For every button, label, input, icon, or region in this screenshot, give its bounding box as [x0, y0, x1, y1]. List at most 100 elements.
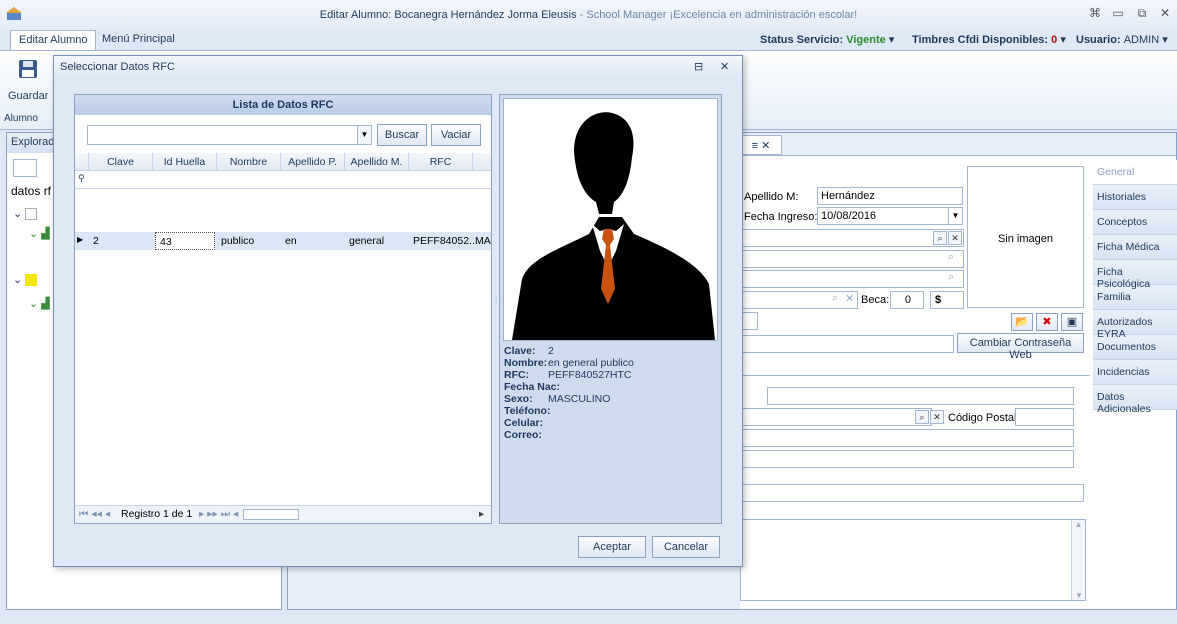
nav-first-icon[interactable]: ⏮ ◂◂ ◂	[79, 508, 110, 521]
side-tab-ficha-medica[interactable]: Ficha Médica	[1093, 235, 1177, 260]
clear-icon[interactable]: ✕	[845, 292, 854, 305]
grid-navigator: ⏮ ◂◂ ◂ Registro 1 de 1 ▸ ▸▸ ⏭ ◂ ▸	[75, 505, 491, 523]
grid-filter-row[interactable]: ⚲	[75, 171, 491, 189]
text-field[interactable]	[740, 250, 964, 268]
beca-field[interactable]: 0	[890, 291, 924, 309]
tree-node-icon[interactable]: ⌄ ▟	[29, 227, 50, 240]
search-icon[interactable]: ⌕	[948, 251, 954, 264]
maximize-icon[interactable]: ⧉	[1134, 6, 1150, 22]
side-tab-general[interactable]: General	[1093, 160, 1177, 185]
restore-icon[interactable]: ⊟	[694, 60, 703, 73]
filter-combo[interactable]: ▼	[87, 125, 372, 145]
text-field[interactable]	[740, 270, 964, 288]
apellido-m-label: Apellido M:	[744, 191, 799, 203]
apellido-m-field[interactable]: Hernández	[817, 187, 963, 205]
nav-next-icon[interactable]: ▸ ▸▸ ⏭ ◂	[199, 508, 238, 521]
scroll-right-icon[interactable]: ▸	[479, 508, 484, 520]
text-field[interactable]	[740, 291, 858, 309]
search-icon[interactable]: ⌕	[933, 231, 947, 245]
col-id-huella[interactable]: Id Huella	[153, 153, 217, 171]
cell-clave[interactable]: 2	[89, 232, 153, 250]
table-row[interactable]: ▶ 2 43 publico en general PEFF84052... M…	[75, 232, 491, 250]
text-field[interactable]	[740, 408, 932, 426]
text-field[interactable]	[740, 335, 954, 353]
cell-overflow[interactable]: MA	[475, 232, 491, 250]
notes-textarea[interactable]: ▲ ▼	[740, 519, 1086, 601]
dialog-close-icon[interactable]: ✕	[720, 60, 729, 73]
col-nombre[interactable]: Nombre	[217, 153, 281, 171]
side-tab-datos-adicionales[interactable]: Datos Adicionales	[1093, 385, 1177, 415]
timbres-status: Timbres Cfdi Disponibles: 0 ▾	[912, 34, 1066, 46]
search-icon[interactable]: ⌕	[832, 292, 838, 305]
tab-editar-alumno[interactable]: Editar Alumno	[10, 30, 97, 50]
detail-sexo: Sexo: MASCULINO	[504, 393, 611, 405]
nav-record-text: Registro 1 de 1	[121, 508, 193, 520]
col-apellido-m[interactable]: Apellido M.	[345, 153, 409, 171]
col-clave[interactable]: Clave	[89, 153, 153, 171]
dialog-title: Seleccionar Datos RFC	[60, 61, 175, 73]
minimize-icon[interactable]: ▭	[1110, 6, 1126, 22]
col-rfc[interactable]: RFC	[409, 153, 473, 171]
ribbon-group-label: Alumno	[4, 113, 38, 124]
rfc-grid-panel: Lista de Datos RFC ▼ Buscar Vaciar Clave…	[74, 94, 492, 524]
cell-apellido-p[interactable]: en	[281, 232, 345, 250]
side-tab-historiales[interactable]: Historiales	[1093, 185, 1177, 210]
tab-menu-principal[interactable]: Menú Principal	[94, 30, 183, 50]
postal-code-field[interactable]	[1015, 408, 1074, 426]
detail-clave: Clave: 2	[504, 345, 554, 357]
col-apellido-p[interactable]: Apellido P.	[281, 153, 345, 171]
tree-expander-1[interactable]: ⌄	[13, 207, 38, 221]
side-tab-incidencias[interactable]: Incidencias	[1093, 360, 1177, 385]
currency-select[interactable]: $	[930, 291, 964, 309]
cancel-button[interactable]: Cancelar	[652, 536, 720, 558]
delete-photo-icon[interactable]: ✖	[1036, 313, 1058, 331]
search-icon[interactable]: ⌕	[948, 271, 954, 284]
chevron-down-icon[interactable]: ▼	[948, 208, 962, 224]
tree-expander-2[interactable]: ⌄	[13, 273, 38, 287]
text-field[interactable]	[740, 484, 1084, 502]
detail-telefono: Teléfono:	[504, 405, 551, 417]
text-field[interactable]	[740, 450, 1074, 468]
save-icon	[18, 59, 38, 82]
search-button[interactable]: Buscar	[377, 124, 427, 146]
text-field[interactable]	[767, 387, 1074, 405]
clear-icon[interactable]: ✕	[930, 410, 944, 424]
change-password-button[interactable]: Cambiar Contraseña Web	[957, 333, 1084, 361]
open-folder-icon[interactable]: 📂	[1011, 313, 1033, 331]
fecha-ingreso-field[interactable]: 10/08/2016 ▼	[817, 207, 963, 225]
filter-row-icon: ⚲	[78, 173, 85, 183]
clear-icon[interactable]: ✕	[948, 231, 962, 245]
side-tab-autorizados-eyra[interactable]: Autorizados EYRA	[1093, 310, 1177, 340]
help-icon[interactable]: ⌘	[1087, 6, 1103, 22]
side-tab-conceptos[interactable]: Conceptos	[1093, 210, 1177, 235]
postal-code-label: Código Postal:	[948, 412, 1020, 424]
notes-scrollbar[interactable]: ▲ ▼	[1071, 520, 1085, 600]
tree-node-icon[interactable]: ⌄ ▟	[29, 297, 50, 310]
horizontal-scrollbar[interactable]	[243, 509, 299, 520]
grid-header: Clave Id Huella Nombre Apellido P. Apell…	[75, 153, 491, 171]
search-icon[interactable]: ⌕	[915, 410, 929, 424]
user-menu[interactable]: Usuario: ADMIN ▾	[1076, 33, 1168, 46]
text-field[interactable]	[740, 229, 964, 247]
cell-rfc[interactable]: PEFF84052...	[409, 232, 478, 250]
dialog-title-bar: Seleccionar Datos RFC ⊟ ✕	[54, 56, 742, 78]
student-photo: Sin imagen	[967, 166, 1084, 308]
close-icon[interactable]: ✕	[1157, 6, 1173, 22]
cell-nombre[interactable]: publico	[217, 232, 281, 250]
clear-button[interactable]: Vaciar	[431, 124, 481, 146]
title-bar: Editar Alumno: Bocanegra Hernández Jorma…	[0, 0, 1177, 30]
explorer-tool-button[interactable]	[13, 159, 37, 177]
doc-tab[interactable]: ≡ ✕	[740, 135, 782, 155]
save-label: Guardar	[8, 90, 49, 102]
camera-icon[interactable]: ▣	[1061, 313, 1083, 331]
cell-id-huella[interactable]: 43	[155, 232, 215, 250]
chevron-down-icon[interactable]: ▼	[357, 126, 371, 144]
accept-button[interactable]: Aceptar	[578, 536, 646, 558]
cell-apellido-m[interactable]: general	[345, 232, 409, 250]
save-button[interactable]: Guardar	[8, 57, 48, 109]
text-field[interactable]	[740, 429, 1074, 447]
explorer-search-text[interactable]: datos rf	[11, 184, 51, 198]
row-indicator-header	[75, 153, 89, 171]
side-tab-ficha-psicologica[interactable]: Ficha Psicológica	[1093, 260, 1177, 290]
fecha-ingreso-label: Fecha Ingreso:	[744, 211, 818, 223]
